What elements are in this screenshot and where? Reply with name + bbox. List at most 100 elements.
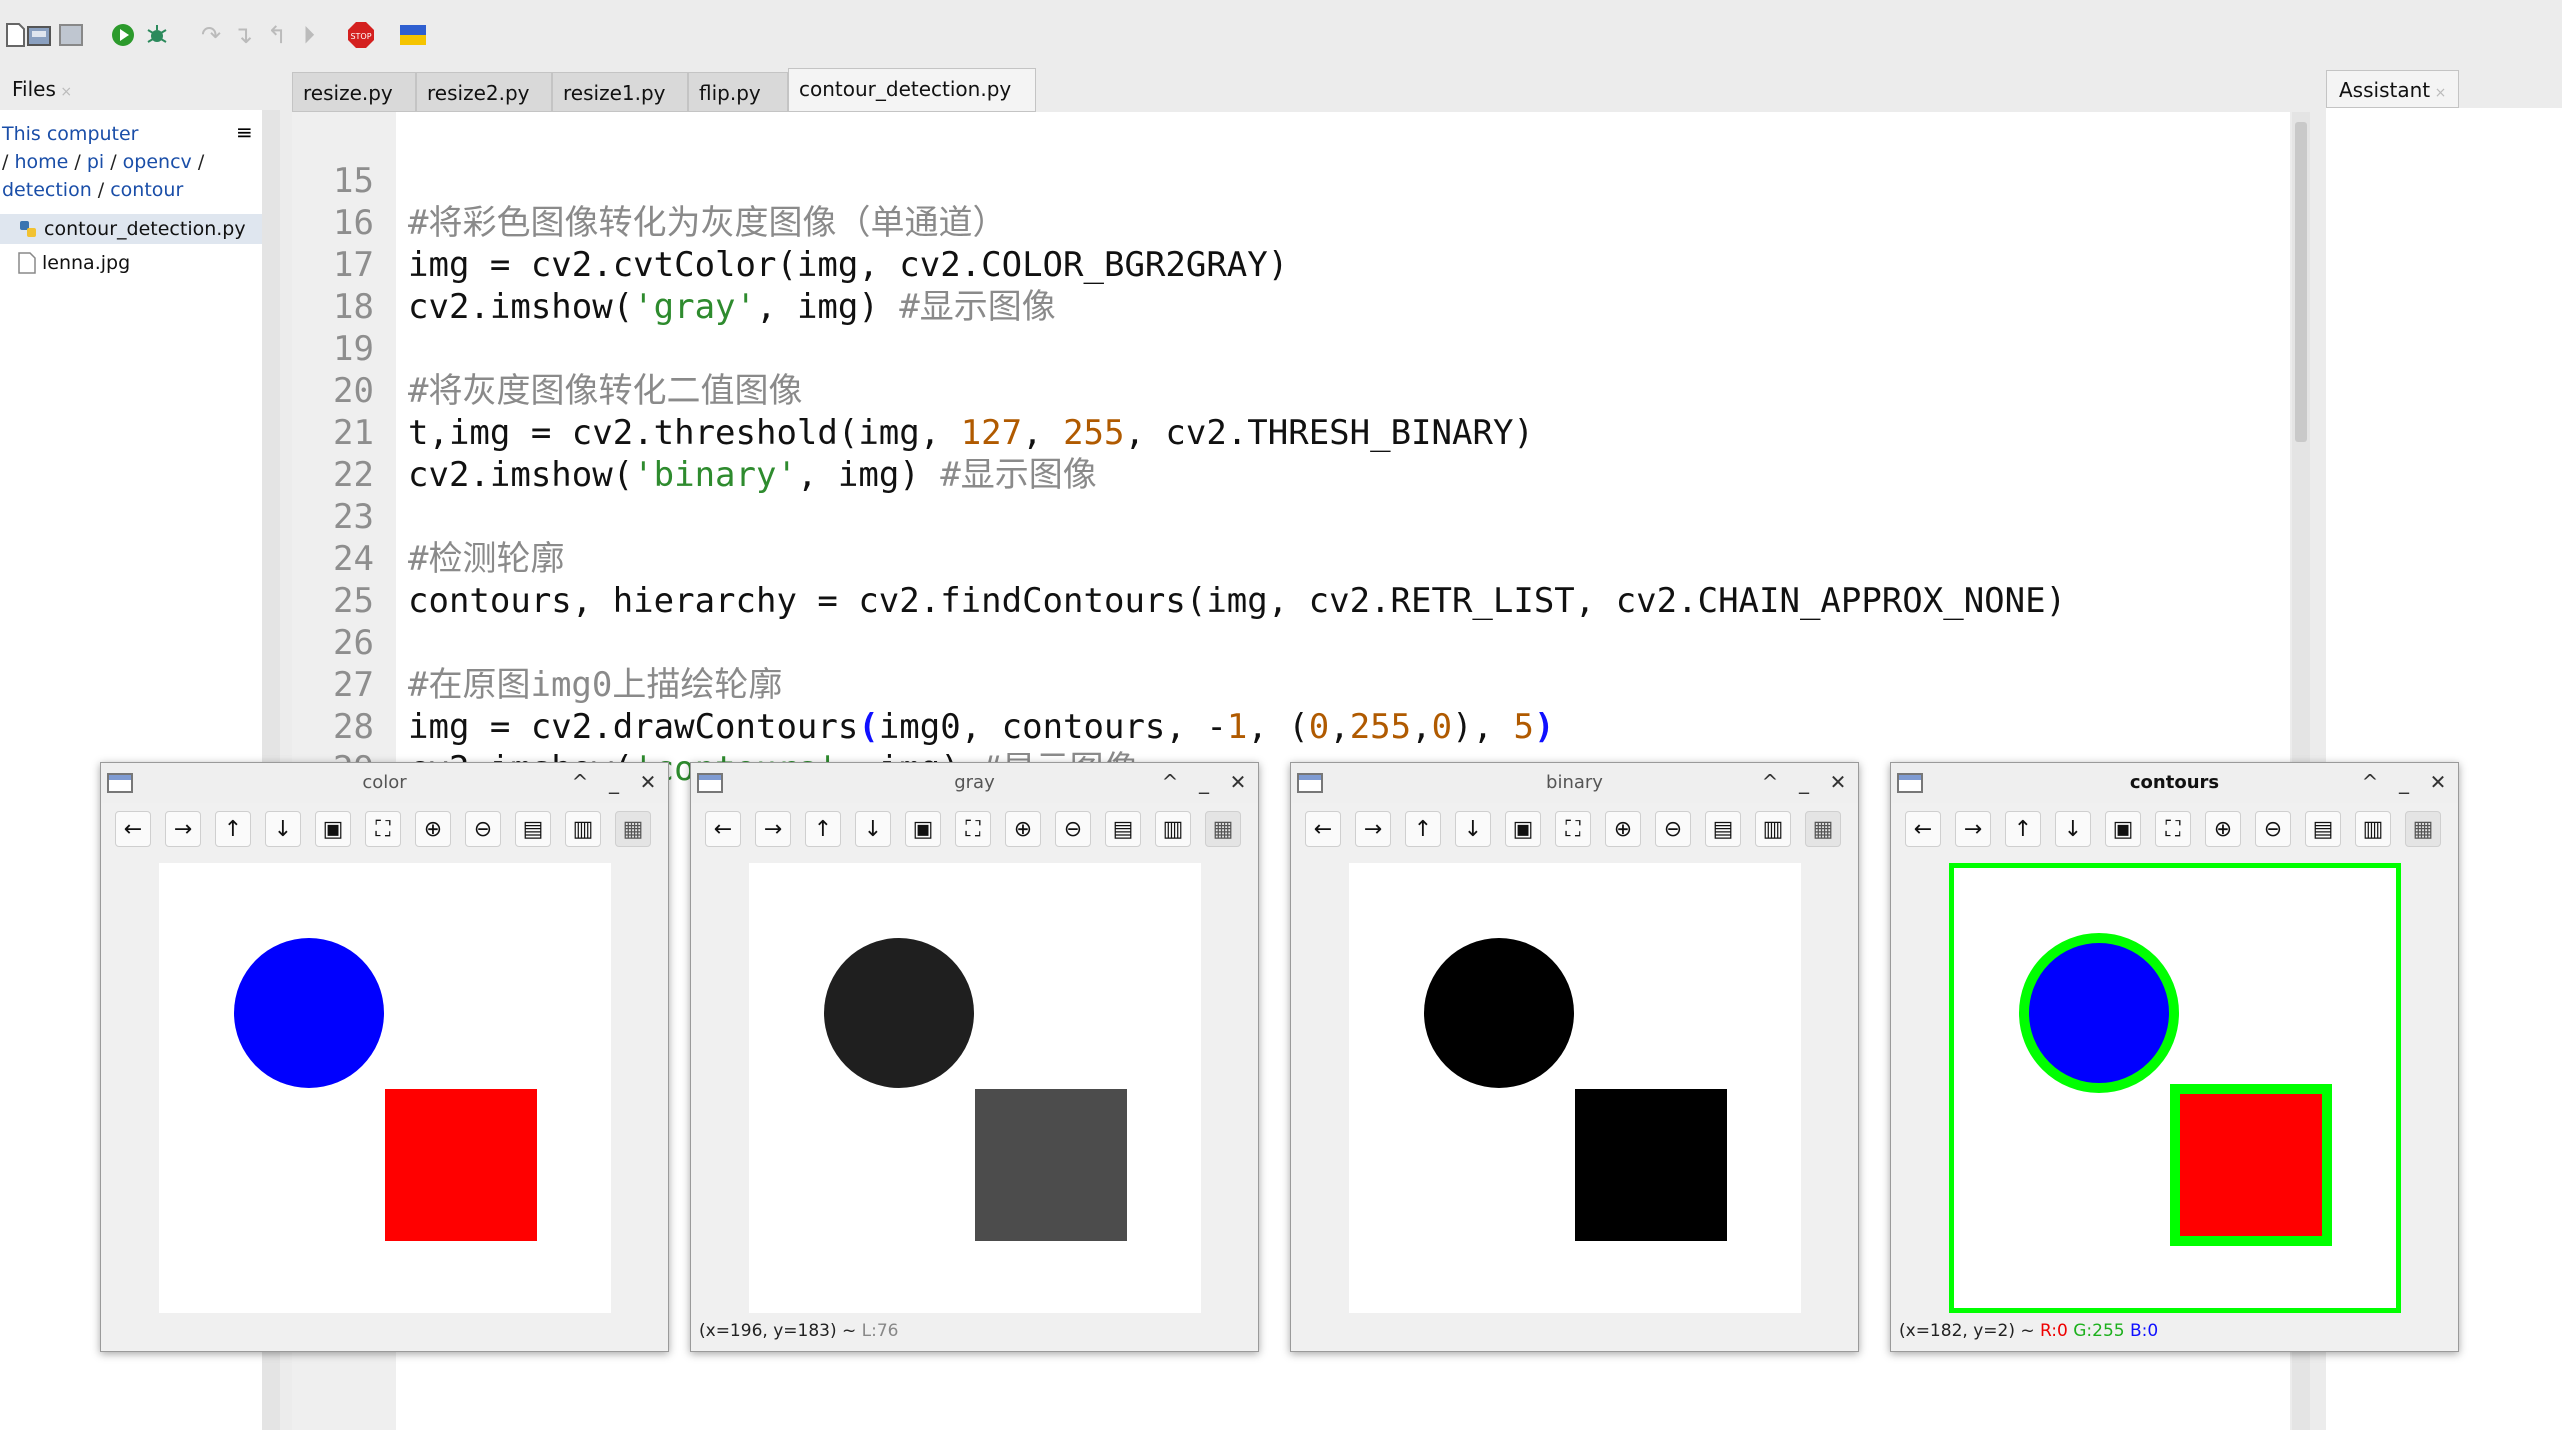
file-item-lenna[interactable]: lenna.jpg [18,248,130,278]
status-g-value: G:255 [2073,1321,2125,1341]
pan-up-icon[interactable]: ↑ [2005,811,2041,847]
pan-left-icon[interactable]: ← [1305,811,1341,847]
minimize-icon[interactable]: _ [601,769,627,795]
close-icon[interactable]: ✕ [1225,769,1251,795]
zoom-fit-icon[interactable]: ⛶ [2155,811,2191,847]
breadcrumb-contour[interactable]: contour [110,179,183,201]
files-tab[interactable]: Files × [0,70,84,108]
breadcrumb-pi[interactable]: pi [87,151,104,173]
maximize-icon[interactable]: ^ [2357,769,2383,795]
image-canvas[interactable] [1349,863,1801,1313]
copy-clipboard-icon[interactable]: ▥ [1755,811,1791,847]
zoom-out-icon[interactable]: ⊖ [2255,811,2291,847]
tab-resize1[interactable]: resize1.py [552,72,688,112]
zoom-in-icon[interactable]: ⊕ [415,811,451,847]
copy-clipboard-icon[interactable]: ▥ [2355,811,2391,847]
close-icon[interactable]: ✕ [1825,769,1851,795]
save-image-icon[interactable]: ▤ [515,811,551,847]
pan-down-icon[interactable]: ↓ [1455,811,1491,847]
save-image-icon[interactable]: ▤ [1105,811,1141,847]
window-titlebar[interactable]: color ^ _ ✕ [101,763,668,803]
minimize-icon[interactable]: _ [2391,769,2417,795]
breadcrumb-this-computer[interactable]: This computer [2,123,139,145]
pan-left-icon[interactable]: ← [1905,811,1941,847]
tab-resize[interactable]: resize.py [292,72,416,112]
pan-up-icon[interactable]: ↑ [805,811,841,847]
pan-right-icon[interactable]: → [1355,811,1391,847]
pan-down-icon[interactable]: ↓ [855,811,891,847]
zoom-fit-icon[interactable]: ⛶ [365,811,401,847]
minimize-icon[interactable]: _ [1191,769,1217,795]
red-square-contour [2170,1084,2332,1246]
properties-icon[interactable]: ▦ [1205,811,1241,847]
pan-left-icon[interactable]: ← [705,811,741,847]
breadcrumb-home[interactable]: home [14,151,68,173]
tab-contour-detection[interactable]: contour_detection.py [788,68,1036,112]
window-titlebar[interactable]: binary ^ _ ✕ [1291,763,1858,803]
resume-icon[interactable]: ⏵ [294,20,324,50]
zoom-out-icon[interactable]: ⊖ [465,811,501,847]
image-window-color[interactable]: color ^ _ ✕ ← → ↑ ↓ ▣ ⛶ ⊕ ⊖ ▤ ▥ ▦ [100,762,669,1352]
step-out-icon[interactable]: ↰ [262,20,292,50]
zoom-fit-icon[interactable]: ⛶ [955,811,991,847]
maximize-icon[interactable]: ^ [1157,769,1183,795]
save-image-icon[interactable]: ▤ [2305,811,2341,847]
close-icon[interactable]: ✕ [635,769,661,795]
zoom-out-icon[interactable]: ⊖ [1055,811,1091,847]
pan-right-icon[interactable]: → [755,811,791,847]
window-status: (x=196, y=183) ~ L:76 [699,1319,898,1343]
save-file-icon[interactable] [56,20,86,50]
save-image-icon[interactable]: ▤ [1705,811,1741,847]
close-icon[interactable]: ✕ [2425,769,2451,795]
copy-clipboard-icon[interactable]: ▥ [565,811,601,847]
zoom-original-icon[interactable]: ▣ [2105,811,2141,847]
image-window-gray[interactable]: gray ^ _ ✕ ← → ↑ ↓ ▣ ⛶ ⊕ ⊖ ▤ ▥ ▦ (x=196,… [690,762,1259,1352]
zoom-original-icon[interactable]: ▣ [905,811,941,847]
minimize-icon[interactable]: _ [1791,769,1817,795]
files-menu-icon[interactable]: ≡ [236,120,253,144]
zoom-in-icon[interactable]: ⊕ [1005,811,1041,847]
step-over-icon[interactable]: ↷ [196,20,226,50]
image-canvas[interactable] [749,863,1201,1313]
step-into-icon[interactable]: ↴ [228,20,258,50]
image-canvas[interactable] [1949,863,2401,1313]
pan-down-icon[interactable]: ↓ [2055,811,2091,847]
copy-clipboard-icon[interactable]: ▥ [1155,811,1191,847]
code-line: 19 #将灰度图像转化二值图像 [292,286,2290,411]
breadcrumb: This computer / home / pi / opencv / det… [2,120,252,204]
editor-scrollbar-thumb[interactable] [2295,122,2307,442]
open-file-icon[interactable] [24,20,54,50]
debug-icon[interactable] [142,20,172,50]
maximize-icon[interactable]: ^ [567,769,593,795]
pan-right-icon[interactable]: → [165,811,201,847]
window-titlebar[interactable]: gray ^ _ ✕ [691,763,1258,803]
maximize-icon[interactable]: ^ [1757,769,1783,795]
black-square [1575,1089,1727,1241]
zoom-in-icon[interactable]: ⊕ [1605,811,1641,847]
properties-icon[interactable]: ▦ [1805,811,1841,847]
pan-up-icon[interactable]: ↑ [215,811,251,847]
zoom-fit-icon[interactable]: ⛶ [1555,811,1591,847]
zoom-in-icon[interactable]: ⊕ [2205,811,2241,847]
zoom-original-icon[interactable]: ▣ [1505,811,1541,847]
properties-icon[interactable]: ▦ [615,811,651,847]
pan-right-icon[interactable]: → [1955,811,1991,847]
properties-icon[interactable]: ▦ [2405,811,2441,847]
zoom-out-icon[interactable]: ⊖ [1655,811,1691,847]
pan-up-icon[interactable]: ↑ [1405,811,1441,847]
file-item-contour-detection[interactable]: contour_detection.py [0,214,262,244]
breadcrumb-opencv[interactable]: opencv [123,151,192,173]
assistant-tab[interactable]: Assistant × [2326,70,2460,108]
image-canvas[interactable] [159,863,611,1313]
breadcrumb-detection[interactable]: detection [2,179,92,201]
tab-resize2[interactable]: resize2.py [416,72,552,112]
window-titlebar[interactable]: contours ^ _ ✕ [1891,763,2458,803]
pan-down-icon[interactable]: ↓ [265,811,301,847]
pan-left-icon[interactable]: ← [115,811,151,847]
zoom-original-icon[interactable]: ▣ [315,811,351,847]
image-window-binary[interactable]: binary ^ _ ✕ ← → ↑ ↓ ▣ ⛶ ⊕ ⊖ ▤ ▥ ▦ [1290,762,1859,1352]
run-icon[interactable] [108,20,138,50]
tab-flip[interactable]: flip.py [688,72,788,112]
stop-icon[interactable]: STOP [346,20,376,50]
image-window-contours[interactable]: contours ^ _ ✕ ← → ↑ ↓ ▣ ⛶ ⊕ ⊖ ▤ ▥ ▦ (x=… [1890,762,2459,1352]
